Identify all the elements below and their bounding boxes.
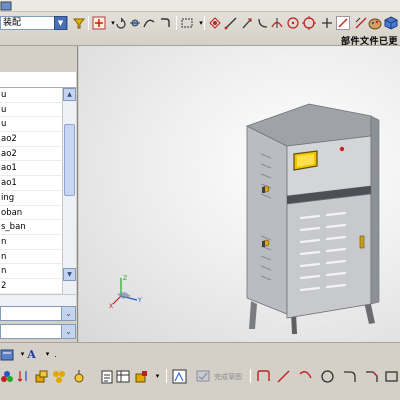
tree-row[interactable]: n	[0, 235, 62, 250]
toolbar-separator	[250, 369, 251, 383]
pan-icon[interactable]	[128, 16, 142, 30]
svg-text:Y: Y	[137, 297, 142, 304]
combo-dropdown-button[interactable]: ▼	[54, 16, 67, 30]
toolbar-separator	[176, 16, 177, 30]
tree-row[interactable]: u	[0, 103, 62, 118]
pointer-tool-icon[interactable]	[240, 16, 254, 30]
slash-line-icon[interactable]	[336, 16, 350, 30]
tree-row[interactable]: ao2	[0, 132, 62, 147]
more-options-icon[interactable]: .	[48, 347, 63, 362]
filter-icon[interactable]	[72, 16, 86, 30]
sketch-arc-icon[interactable]	[298, 369, 313, 384]
select-box-icon[interactable]	[180, 16, 194, 30]
rotate-icon[interactable]	[114, 16, 128, 30]
window-icon[interactable]	[0, 1, 12, 11]
tree-row[interactable]: oban	[0, 206, 62, 221]
toolbar-separator	[88, 16, 89, 30]
part-navigator-tree[interactable]: u u u ao2 ao2 ao1 ao1 ing oban s_ban n n…	[0, 88, 62, 294]
plus-point-icon[interactable]	[320, 16, 334, 30]
clipboard-icon[interactable]	[100, 369, 115, 384]
toolbar-separator	[204, 16, 205, 30]
sketch-chamfer-icon[interactable]	[364, 369, 379, 384]
circle-tool-icon[interactable]	[302, 16, 316, 30]
tree-row[interactable]: ao1	[0, 176, 62, 191]
layer-icon[interactable]	[0, 347, 15, 362]
finish-sketch-icon[interactable]	[196, 369, 211, 384]
explode-dropdown-icon[interactable]: ▾	[150, 369, 165, 384]
details-dropdown[interactable]: ⌄	[0, 306, 76, 321]
circle-center-icon[interactable]	[286, 16, 300, 30]
sketch-palette-icon[interactable]	[368, 16, 382, 30]
tree-row[interactable]: 2	[0, 279, 62, 294]
svg-text:X: X	[109, 303, 113, 310]
profile-tool-icon[interactable]	[256, 369, 271, 384]
sketch-fillet-icon[interactable]	[342, 369, 357, 384]
tree-row[interactable]: s_ban	[0, 220, 62, 235]
graphics-viewport[interactable]: Z Y X	[79, 46, 400, 342]
tree-row[interactable]: ao1	[0, 161, 62, 177]
snap-point-icon[interactable]	[92, 16, 106, 30]
cabinet-leg	[249, 301, 257, 329]
bottom-toolbar: ▾ A ▾ . ▾ 完成草图	[0, 342, 400, 400]
components-icon[interactable]	[52, 369, 67, 384]
sketch-line-icon[interactable]	[276, 369, 291, 384]
scroll-thumb[interactable]	[64, 124, 75, 196]
dependencies-dropdown[interactable]: ⌄	[0, 324, 76, 339]
tangent-line-icon[interactable]	[354, 16, 368, 30]
select-dropdown-icon[interactable]: ▾	[194, 16, 208, 30]
tree-row[interactable]: u	[0, 117, 62, 133]
constraint-icon[interactable]	[72, 369, 87, 384]
tree-row[interactable]: n	[0, 250, 62, 265]
sketch-circle-icon[interactable]	[320, 369, 335, 384]
scroll-up-button[interactable]: ▲	[63, 88, 76, 101]
sketch-grid-icon[interactable]	[172, 369, 187, 384]
finish-sketch-label[interactable]: 完成草图	[214, 372, 242, 382]
chevron-down-icon[interactable]: ⌄	[61, 307, 75, 320]
svg-text:Z: Z	[123, 275, 127, 282]
tree-row[interactable]: n	[0, 264, 62, 279]
chevron-down-icon[interactable]: ⌄	[61, 325, 75, 338]
snap-all-icon[interactable]	[208, 16, 222, 30]
scroll-down-button[interactable]: ▼	[63, 268, 76, 281]
text-tool-icon[interactable]: A	[24, 347, 39, 362]
assembly-icon[interactable]	[34, 369, 49, 384]
door-handle	[359, 235, 365, 249]
coordinate-triad-icon: Z Y X	[109, 275, 142, 310]
explode-view-icon[interactable]	[134, 369, 149, 384]
curve-tool-icon[interactable]	[142, 16, 156, 30]
sketch-rectangle-icon[interactable]	[384, 369, 399, 384]
toolbar-separator	[166, 369, 167, 383]
tree-row[interactable]: ao2	[0, 147, 62, 162]
tree-horizontal-scrollbar[interactable]	[0, 294, 76, 306]
sort-icon[interactable]	[16, 369, 31, 384]
solid-cube-icon[interactable]	[384, 16, 398, 30]
arc-tool-icon[interactable]	[256, 16, 270, 30]
menu-strip	[0, 0, 400, 12]
tree-row[interactable]: ing	[0, 191, 62, 206]
tree-vertical-scrollbar[interactable]: ▲ ▼	[62, 88, 76, 294]
corner-tool-icon[interactable]	[158, 16, 172, 30]
tree-row[interactable]: u	[0, 88, 62, 103]
component-table-icon[interactable]	[116, 369, 131, 384]
rgb-spheres-icon[interactable]	[0, 369, 15, 384]
indicator-light	[339, 146, 345, 152]
fillet-tool-icon[interactable]	[270, 16, 284, 30]
top-toolbar: 装配 ▼ ▾ ▾ 部件文件已更	[0, 0, 400, 47]
navigator-column-header	[0, 72, 76, 88]
assembly-combo-value: 装配	[3, 18, 22, 28]
line-tool-icon[interactable]	[224, 16, 238, 30]
